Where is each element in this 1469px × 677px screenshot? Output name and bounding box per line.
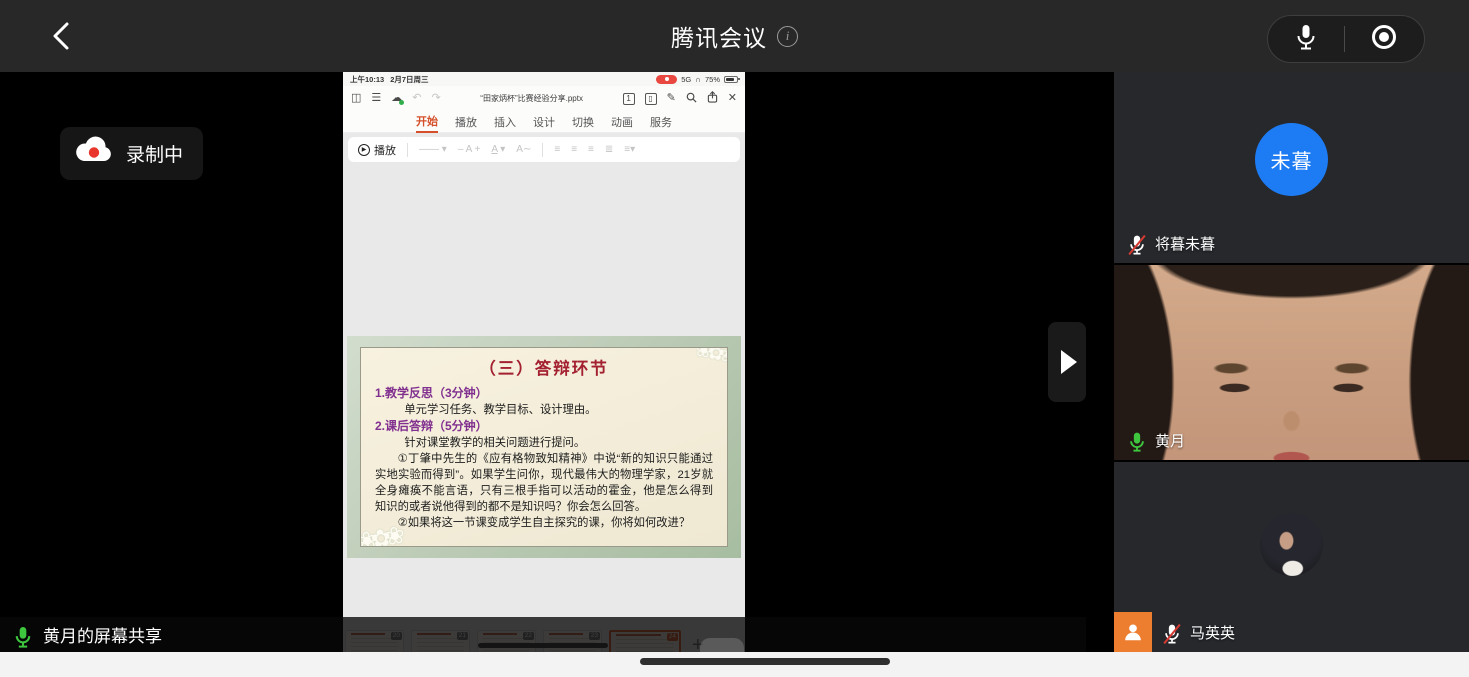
mic-active-icon <box>13 625 33 645</box>
align-right-icon[interactable]: ≡ <box>588 144 594 155</box>
format-divider <box>407 143 408 157</box>
slide-line: ①丁肇中先生的《应有格物致知精神》中说“新的知识只能通过实地实验而得到”。如果学… <box>375 451 713 515</box>
share-icon[interactable] <box>707 91 718 106</box>
wps-toolbar: ◫ ☰ ☁ ↶ ↷ “田家炳杯”比赛经验分享.pptx 1 ▯ ✎ ✕ <box>343 86 745 111</box>
tab-services[interactable]: 服务 <box>650 112 672 132</box>
play-button[interactable]: ▶ 播放 <box>358 142 396 158</box>
format-toolbar: ▶ 播放 —— ▾ – A + A ▾ A∼ ≡ ≡ ≡ ≣ ≡▾ <box>348 137 740 162</box>
meeting-title: 腾讯会议 <box>671 19 767 53</box>
document-filename: “田家炳杯”比赛经验分享.pptx <box>451 93 613 104</box>
meeting-screen: 腾讯会议 i <box>0 0 1469 677</box>
home-indicator[interactable] <box>640 658 890 665</box>
tab-transition[interactable]: 切换 <box>572 112 594 132</box>
bottom-strip <box>0 652 1469 677</box>
participant-label: 马英英 <box>1162 622 1235 643</box>
top-bar: 腾讯会议 i <box>0 0 1469 72</box>
align-left-icon[interactable]: ≡ <box>554 144 560 155</box>
shared-date: 2月7日周三 <box>390 74 428 85</box>
collapse-sidebar-button[interactable] <box>1048 322 1086 402</box>
person-icon <box>1122 621 1144 643</box>
battery-icon <box>724 76 738 83</box>
play-icon: ▶ <box>358 144 370 156</box>
right-arrow-icon <box>1061 350 1077 374</box>
participant-name: 黄月 <box>1155 430 1185 451</box>
host-badge <box>1114 612 1152 652</box>
avatar-photo <box>1260 513 1323 576</box>
font-size-stepper[interactable]: – A + <box>458 144 481 155</box>
slide-paper: ❀✿❀ ❀✿❀ （三）答辩环节 1.教学反思（3分钟） 单元学习任务、教学目标、… <box>360 347 728 547</box>
mic-muted-icon <box>1127 234 1147 254</box>
play-label: 播放 <box>374 142 396 158</box>
slide-number-icon[interactable]: 1 <box>623 93 635 105</box>
avatar: 未暮 <box>1255 123 1328 196</box>
pill-divider <box>1344 26 1345 52</box>
redo-icon[interactable]: ↷ <box>432 93 441 104</box>
list-icon[interactable]: ≣ <box>605 144 613 155</box>
tab-play[interactable]: 播放 <box>455 112 477 132</box>
screen-record-indicator <box>656 75 677 84</box>
slide-canvas: ❀✿❀ ❀✿❀ （三）答辩环节 1.教学反思（3分钟） 单元学习任务、教学目标、… <box>343 224 745 652</box>
info-icon[interactable]: i <box>777 26 798 47</box>
recording-badge-label: 录制中 <box>126 140 183 167</box>
cloud-sync-icon[interactable]: ☁ <box>391 93 402 104</box>
mic-active-icon <box>1127 431 1147 451</box>
participant-tile-1[interactable]: 未暮 将暮未暮 <box>1114 72 1469 263</box>
undo-icon[interactable]: ↶ <box>412 93 421 104</box>
shared-status-bar: 上午10:13 2月7日周三 5G ∩ 75% <box>343 72 745 86</box>
wps-tab-bar: 开始 播放 插入 设计 切换 动画 服务 <box>343 111 745 133</box>
participant-label: 将暮未暮 <box>1127 233 1215 254</box>
slide-title: （三）答辩环节 <box>375 355 713 379</box>
tab-animation[interactable]: 动画 <box>611 112 633 132</box>
title-area: 腾讯会议 i <box>0 0 1469 72</box>
slide-line: 针对课堂教学的相关问题进行提问。 <box>375 435 713 451</box>
network-label: 5G <box>681 75 691 84</box>
system-control-pill <box>1267 15 1425 63</box>
close-icon[interactable]: ✕ <box>728 93 737 104</box>
participant-name: 马英英 <box>1190 622 1235 643</box>
microphone-icon[interactable] <box>1294 23 1318 56</box>
participant-name: 将暮未暮 <box>1155 233 1215 254</box>
text-style-icon[interactable]: A∼ <box>516 144 531 155</box>
edit-pen-icon[interactable]: ✎ <box>667 93 676 104</box>
participant-tile-3[interactable]: 马英英 <box>1114 462 1469 652</box>
search-icon[interactable] <box>686 92 697 106</box>
shared-screen: 上午10:13 2月7日周三 5G ∩ 75% ◫ ☰ ☁ ↶ ↷ “田家炳杯”… <box>343 72 745 652</box>
tab-design[interactable]: 设计 <box>533 112 555 132</box>
shared-home-indicator <box>478 643 608 648</box>
sidebar-toggle-icon[interactable]: ◫ <box>351 93 361 104</box>
shared-time: 上午10:13 <box>350 74 384 85</box>
participant-label: 黄月 <box>1127 430 1185 451</box>
current-slide[interactable]: ❀✿❀ ❀✿❀ （三）答辩环节 1.教学反思（3分钟） 单元学习任务、教学目标、… <box>347 336 741 558</box>
layout-view-icon[interactable]: ▯ <box>645 93 657 105</box>
font-family-dropdown[interactable]: —— ▾ <box>419 144 447 155</box>
share-banner-label: 黄月的屏幕共享 <box>43 622 162 647</box>
battery-percent: 75% <box>705 75 720 84</box>
slide-line: 2.课后答辩（5分钟） <box>375 418 713 435</box>
participant-tile-2[interactable]: 黄月 <box>1114 265 1469 460</box>
mic-muted-icon <box>1162 623 1182 643</box>
recording-badge: 录制中 <box>60 127 203 180</box>
tab-home[interactable]: 开始 <box>416 111 438 133</box>
slide-line: 单元学习任务、教学目标、设计理由。 <box>375 402 713 418</box>
grid-view-button[interactable]: ⊞ <box>700 638 744 652</box>
text-color-icon[interactable]: A ▾ <box>491 144 505 155</box>
align-center-icon[interactable]: ≡ <box>571 144 577 155</box>
tab-insert[interactable]: 插入 <box>494 112 516 132</box>
slide-line: 1.教学反思（3分钟） <box>375 385 713 402</box>
slide-line: ②如果将这一节课变成学生自主探究的课，你将如何改进？ <box>375 515 713 531</box>
indent-icon[interactable]: ≡▾ <box>624 144 635 155</box>
headphones-icon: ∩ <box>695 75 701 84</box>
cloud-record-icon <box>74 136 114 171</box>
format-divider2 <box>542 143 543 157</box>
menu-icon[interactable]: ☰ <box>371 93 381 104</box>
record-icon[interactable] <box>1370 23 1398 56</box>
